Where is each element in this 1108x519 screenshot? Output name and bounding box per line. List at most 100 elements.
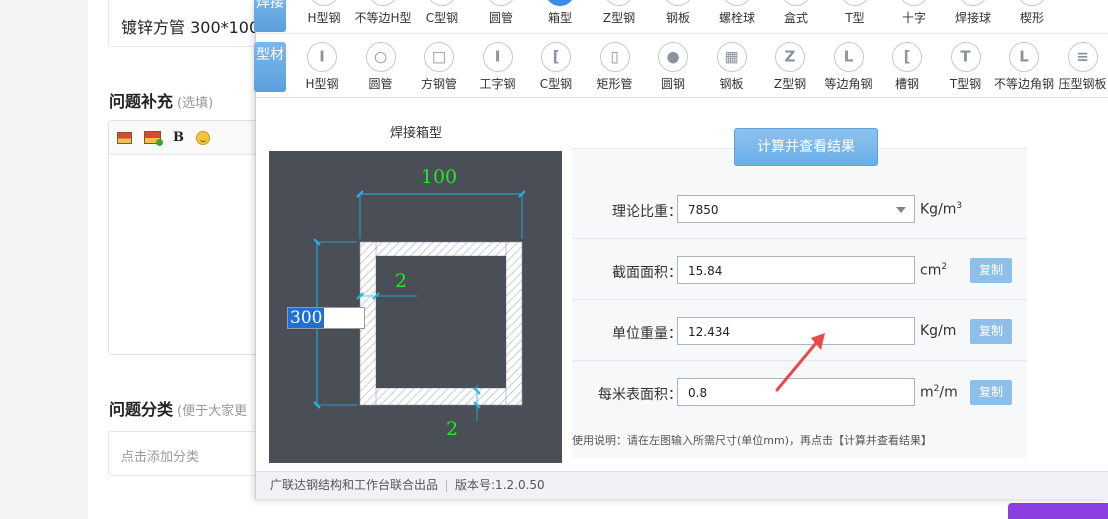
- weld-shape-shape-icon: ◢: [1017, 0, 1047, 6]
- profile-shape-shape-icon: I: [307, 42, 337, 72]
- copy-unit-weight-button[interactable]: 复制: [970, 319, 1012, 344]
- profile-shape-item[interactable]: L 等边角钢: [819, 42, 879, 92]
- web-thickness-label: 2: [395, 270, 407, 292]
- weld-shapes-row: 焊接 I H型钢 I 不等边H型 [C型钢 ○ 圆管 □ 箱型 Z Z型钢 ▬ 钢板 ● 螺栓球 ⊓ 盒式 T T型…: [254, 0, 1108, 34]
- insert-image-upload-icon[interactable]: [144, 131, 163, 146]
- profile-shape-item[interactable]: [槽钢: [877, 42, 937, 92]
- weld-shape-item[interactable]: □ 箱型: [530, 0, 590, 26]
- weld-shape-item-label: 圆管: [488, 11, 513, 25]
- profile-shape-item[interactable]: ○ 圆管: [351, 42, 411, 92]
- profile-shape-shape-icon: ▯: [599, 42, 630, 72]
- shape-glyph-icon: □: [431, 47, 447, 66]
- profile-shape-item[interactable]: ≡ 压型钢板: [1053, 42, 1108, 92]
- usage-note: 使用说明：请在左图输入所需尺寸(单位mm)，再点击【计算并查看结果】: [572, 434, 933, 447]
- profile-shape-shape-icon: L: [1009, 42, 1039, 72]
- shape-glyph-icon: T: [960, 47, 971, 66]
- footer-version: 版本号:1.2.0.50: [455, 478, 545, 492]
- weld-shape-item[interactable]: Z Z型钢: [589, 0, 649, 26]
- profile-shape-item[interactable]: T T型钢: [936, 42, 996, 92]
- weld-row-tag: 焊接: [254, 0, 286, 32]
- profile-shape-item-label: 工字钢: [479, 77, 516, 91]
- profile-shape-item[interactable]: ● 圆钢: [643, 42, 703, 92]
- profile-shape-item[interactable]: □ 方钢管: [409, 42, 469, 92]
- profile-shape-item[interactable]: ▯ 矩形管: [585, 42, 645, 92]
- weld-shape-item-label: 箱型: [547, 11, 572, 25]
- copy-surface-area-button[interactable]: 复制: [970, 380, 1012, 405]
- shape-glyph-icon: I: [494, 47, 501, 66]
- height-input-selected-text: 300: [288, 308, 325, 328]
- shape-glyph-icon: Z: [784, 47, 796, 66]
- profile-shape-shape-icon: Z: [775, 42, 805, 72]
- weld-shape-shape-icon: ●: [722, 0, 752, 6]
- steel-calculator-window: 焊接 IH型钢I不等边H型[C型钢○圆管□箱型ZZ型钢▬钢板●螺栓球⊓盒式TT型…: [254, 0, 1108, 499]
- profile-shape-item-label: Z型钢: [773, 77, 807, 91]
- profile-shape-shape-icon: [: [541, 42, 571, 72]
- weld-shape-item[interactable]: ▬ 钢板: [648, 0, 708, 26]
- profile-shape-item-label: H型钢: [305, 77, 339, 91]
- weld-shape-item-label: 十字: [901, 11, 926, 25]
- weld-shape-item[interactable]: [C型钢: [412, 0, 472, 26]
- weld-shape-item[interactable]: T T型: [825, 0, 885, 26]
- weld-shape-shape-icon: Z: [604, 0, 634, 6]
- profile-shape-item-label: 压型钢板: [1058, 77, 1107, 91]
- weld-shape-item[interactable]: ○ 圆管: [471, 0, 531, 26]
- density-select[interactable]: 7850: [677, 195, 915, 223]
- chevron-down-icon[interactable]: [896, 207, 906, 213]
- profile-shape-item-label: 钢板: [719, 77, 744, 91]
- weld-shape-item-label: 螺栓球: [718, 11, 755, 25]
- annotation-arrow: [775, 333, 825, 392]
- profile-shape-item[interactable]: I 工字钢: [468, 42, 528, 92]
- unit-weight-unit: Kg/m: [920, 323, 957, 339]
- insert-image-icon[interactable]: [117, 131, 132, 144]
- weld-shape-item[interactable]: ● 焊接球: [943, 0, 1003, 26]
- weld-shape-item-label: 钢板: [665, 11, 690, 25]
- weld-shape-item-label: Z型钢: [602, 11, 636, 25]
- section-area-unit: cm2: [920, 262, 948, 279]
- profile-shape-item[interactable]: Z Z型钢: [760, 42, 820, 92]
- shape-glyph-icon: ○: [373, 47, 388, 66]
- weld-shape-item-label: 盒式: [783, 11, 808, 25]
- unit-weight-label: 单位重量：: [612, 326, 682, 342]
- profile-shape-item-label: 等边角钢: [824, 77, 873, 91]
- bold-button[interactable]: B: [173, 130, 184, 145]
- copy-section-area-button[interactable]: 复制: [970, 258, 1012, 283]
- height-dimension-input[interactable]: 300: [287, 307, 365, 329]
- profile-shape-item-label: C型钢: [539, 77, 573, 91]
- profile-shape-item[interactable]: I H型钢: [292, 42, 352, 92]
- profile-shape-shape-icon: L: [833, 42, 864, 72]
- right-web: [505, 241, 523, 406]
- weld-shape-item[interactable]: ◢ 楔形: [1002, 0, 1062, 26]
- weld-shape-item[interactable]: ⊓ 盒式: [766, 0, 826, 26]
- footer-divider: [446, 479, 448, 492]
- calculate-button[interactable]: 计算并查看结果: [734, 128, 878, 166]
- profile-row-tag: 型材: [254, 42, 286, 92]
- profile-shape-shape-icon: ▦: [716, 42, 747, 72]
- section-area-field[interactable]: 15.84: [677, 256, 915, 284]
- profile-shape-item-label: 方钢管: [420, 77, 457, 91]
- weld-shape-item[interactable]: ● 螺栓球: [707, 0, 767, 26]
- profile-shape-item-label: 不等边角钢: [994, 77, 1055, 91]
- bottom-flange: [359, 387, 523, 406]
- category-label: 问题分类: [109, 400, 174, 419]
- profile-shape-item[interactable]: ▦ 钢板: [702, 42, 762, 92]
- top-flange: [359, 241, 523, 257]
- weld-shape-item[interactable]: I H型钢: [294, 0, 354, 26]
- weld-shape-item[interactable]: + 十字: [884, 0, 944, 26]
- profile-shapes-row: 型材 I H型钢 ○ 圆管 □ 方钢管 I 工字钢 [ C型钢 ▯ 矩形管 ● 圆钢 ▦ 钢板 Z Z型钢 L 等边角…: [254, 38, 1108, 98]
- surface-area-label: 每米表面积：: [598, 387, 682, 403]
- weld-shape-item-label: T型: [845, 11, 865, 25]
- flange-thickness-label: 2: [446, 418, 458, 440]
- weld-shape-item[interactable]: I 不等边H型: [353, 0, 413, 26]
- shape-glyph-icon: I: [319, 47, 325, 66]
- supplement-hint: (选填): [177, 96, 214, 111]
- submit-button-partial[interactable]: [1008, 503, 1108, 519]
- profile-shape-item[interactable]: L 不等边角钢: [994, 42, 1054, 92]
- shape-glyph-icon: [: [903, 47, 911, 66]
- profile-shape-item[interactable]: [ C型钢: [526, 42, 586, 92]
- emoji-icon[interactable]: [196, 130, 210, 145]
- shape-glyph-icon: L: [843, 47, 854, 66]
- profile-shape-shape-icon: ●: [658, 42, 688, 72]
- shape-glyph-icon: [: [552, 47, 560, 66]
- footer-credit: 广联达钢结构和工作台联合出品: [270, 478, 439, 492]
- profile-shape-item-label: 圆管: [368, 77, 393, 91]
